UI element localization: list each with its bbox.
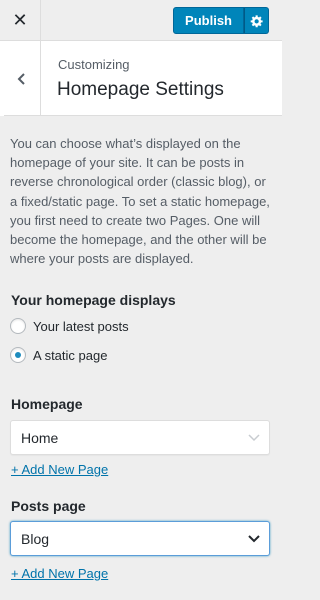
close-button[interactable]: ✕: [0, 0, 41, 41]
posts-page-select[interactable]: Blog: [10, 521, 270, 556]
radio-selected-dot: [15, 352, 21, 358]
radio-button[interactable]: [10, 318, 26, 334]
customizer-toolbar: ✕ Publish: [0, 0, 282, 41]
chevron-down-icon: [239, 534, 269, 543]
close-icon: ✕: [12, 10, 28, 30]
radio-latest-posts[interactable]: Your latest posts: [10, 316, 129, 336]
back-button[interactable]: [0, 41, 41, 116]
chevron-left-icon: [17, 72, 25, 85]
homepage-displays-label: Your homepage displays: [11, 292, 176, 308]
description-text: You can choose what’s displayed on the h…: [10, 136, 270, 267]
radio-static-page[interactable]: A static page: [10, 345, 107, 365]
breadcrumb: Customizing: [58, 57, 130, 72]
section-header: Customizing Homepage Settings: [0, 41, 282, 116]
homepage-label: Homepage: [11, 396, 83, 412]
publish-settings-button[interactable]: [244, 7, 269, 34]
radio-label: A static page: [33, 347, 108, 363]
radio-button[interactable]: [10, 347, 26, 363]
add-new-page-link-homepage[interactable]: + Add New Page: [11, 462, 108, 477]
radio-label: Your latest posts: [33, 318, 129, 334]
publish-button[interactable]: Publish: [173, 7, 244, 34]
posts-page-label: Posts page: [11, 498, 86, 514]
page-title: Homepage Settings: [57, 79, 224, 100]
homepage-select-value: Home: [21, 429, 59, 446]
gear-icon: [250, 14, 263, 27]
homepage-select[interactable]: Home: [10, 420, 270, 455]
posts-page-select-value: Blog: [21, 530, 50, 547]
add-new-page-link-posts[interactable]: + Add New Page: [11, 566, 108, 581]
chevron-down-icon: [239, 433, 269, 442]
publish-group: Publish: [173, 7, 269, 34]
